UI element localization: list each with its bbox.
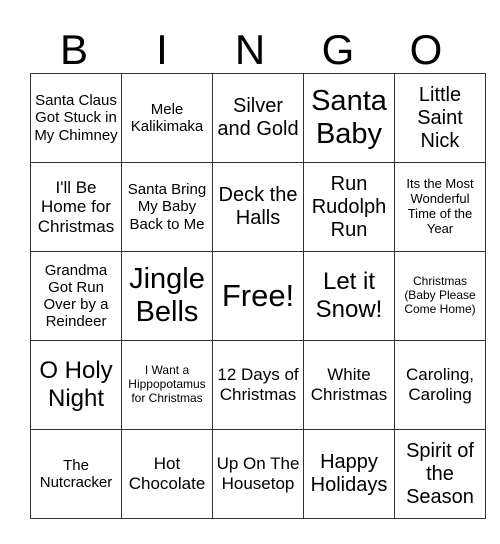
bingo-cell[interactable]: Its the Most Wonderful Time of the Year [394,162,486,252]
grid-row: O Holy Night I Want a Hippopotamus for C… [30,340,486,430]
free-space-cell[interactable]: Free! [212,251,304,341]
bingo-cell[interactable]: The Nutcracker [30,429,122,519]
bingo-cell[interactable]: Christmas (Baby Please Come Home) [394,251,486,341]
bingo-cell[interactable]: O Holy Night [30,340,122,430]
bingo-cell[interactable]: Up On The Housetop [212,429,304,519]
bingo-cell[interactable]: Jingle Bells [121,251,213,341]
bingo-cell[interactable]: Santa Bring My Baby Back to Me [121,162,213,252]
bingo-cell[interactable]: Happy Holidays [303,429,395,519]
header-letter-g: G [321,26,355,73]
bingo-cell[interactable]: Silver and Gold [212,73,304,163]
bingo-cell[interactable]: Caroling, Caroling [394,340,486,430]
bingo-cell[interactable]: Spirit of the Season [394,429,486,519]
grid-row: The Nutcracker Hot Chocolate Up On The H… [30,429,486,519]
bingo-grid: Santa Claus Got Stuck in My Chimney Mele… [30,73,486,519]
bingo-cell[interactable]: 12 Days of Christmas [212,340,304,430]
bingo-cell[interactable]: Santa Claus Got Stuck in My Chimney [30,73,122,163]
header-letter-b: B [59,26,88,73]
bingo-header: B I N G O [30,26,470,73]
bingo-cell[interactable]: Hot Chocolate [121,429,213,519]
grid-row: Santa Claus Got Stuck in My Chimney Mele… [30,73,486,163]
header-letter-n: N [234,26,266,73]
bingo-cell[interactable]: White Christmas [303,340,395,430]
bingo-cell[interactable]: I Want a Hippopotamus for Christmas [121,340,213,430]
bingo-cell[interactable]: Run Rudolph Run [303,162,395,252]
bingo-cell[interactable]: Deck the Halls [212,162,304,252]
grid-row: Grandma Got Run Over by a Reindeer Jingl… [30,251,486,341]
bingo-cell[interactable]: Santa Baby [303,73,395,163]
bingo-cell[interactable]: I'll Be Home for Christmas [30,162,122,252]
bingo-cell[interactable]: Let it Snow! [303,251,395,341]
bingo-cell[interactable]: Little Saint Nick [394,73,486,163]
header-letter-i: I [156,26,168,73]
header-letter-o: O [409,26,443,73]
grid-row: I'll Be Home for Christmas Santa Bring M… [30,162,486,252]
bingo-cell[interactable]: Mele Kalikimaka [121,73,213,163]
bingo-cell[interactable]: Grandma Got Run Over by a Reindeer [30,251,122,341]
